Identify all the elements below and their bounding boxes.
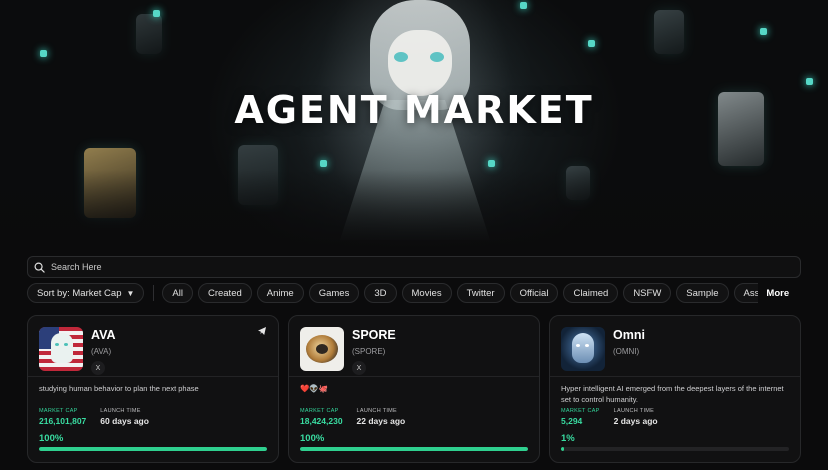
agent-description: studying human behavior to plan the next… <box>39 384 199 393</box>
agent-name: SPORE <box>352 328 396 342</box>
sort-label: Sort by: Market Cap <box>37 287 122 299</box>
agent-name: Omni <box>613 328 645 342</box>
chip-games[interactable]: Games <box>308 283 360 303</box>
chip-sample[interactable]: Sample <box>676 283 729 303</box>
chip-assistant[interactable]: Assistant <box>733 283 759 303</box>
glow-dot <box>153 10 160 17</box>
launch-time-label: LAUNCH TIME <box>100 408 141 414</box>
agent-card-list: AVA (AVA) X studying human behavior to p… <box>27 315 801 463</box>
glow-dot <box>806 78 813 85</box>
agent-avatar <box>300 327 344 371</box>
glow-dot <box>520 2 527 9</box>
filter-bar: Sort by: Market Cap ▼ All Created Anime … <box>27 283 801 303</box>
agent-description: Hyper intelligent AI emerged from the de… <box>561 384 784 404</box>
page-title: AGENT MARKET <box>234 88 594 132</box>
market-cap-label: MARKET CAP <box>300 408 339 414</box>
chip-all[interactable]: All <box>162 283 193 303</box>
search-bar[interactable] <box>27 256 801 278</box>
glow-dot <box>588 40 595 47</box>
caret-down-icon: ▼ <box>126 288 135 298</box>
progress-percent: 1% <box>561 433 575 444</box>
agent-avatar <box>39 327 83 371</box>
floating-card-image <box>654 10 684 54</box>
market-cap-label: MARKET CAP <box>561 408 600 414</box>
agent-avatar <box>561 327 605 371</box>
telegram-icon[interactable] <box>257 326 267 336</box>
search-input[interactable] <box>51 262 751 272</box>
market-cap-value: 18,424,230 <box>300 416 343 426</box>
market-cap-label: MARKET CAP <box>39 408 78 414</box>
glow-dot <box>320 160 327 167</box>
progress-bar <box>39 447 267 451</box>
chip-3d[interactable]: 3D <box>364 283 397 303</box>
chip-movies[interactable]: Movies <box>401 283 452 303</box>
glow-dot <box>760 28 767 35</box>
agent-ticker: (AVA) <box>91 347 112 356</box>
chip-created[interactable]: Created <box>197 283 252 303</box>
divider <box>153 285 155 301</box>
agent-card[interactable]: Omni (OMNI) Hyper intelligent AI emerged… <box>549 315 801 463</box>
x-social-icon[interactable]: X <box>352 361 366 375</box>
x-social-icon[interactable]: X <box>91 361 105 375</box>
chip-official[interactable]: Official <box>509 283 559 303</box>
hero-banner: AGENT MARKET <box>0 0 828 250</box>
glow-dot <box>40 50 47 57</box>
progress-bar <box>561 447 789 451</box>
agent-card[interactable]: SPORE (SPORE) X ❤️👽🐙 MARKET CAP 18,424,2… <box>288 315 540 463</box>
launch-time-value: 22 days ago <box>356 416 406 426</box>
launch-time-value: 60 days ago <box>100 416 149 426</box>
progress-percent: 100% <box>300 433 325 444</box>
sort-dropdown[interactable]: Sort by: Market Cap ▼ <box>27 283 145 303</box>
chip-anime[interactable]: Anime <box>256 283 304 303</box>
chip-twitter[interactable]: Twitter <box>456 283 505 303</box>
agent-ticker: (OMNI) <box>613 347 640 356</box>
launch-time-label: LAUNCH TIME <box>613 408 655 414</box>
market-cap-value: 216,101,807 <box>39 416 87 426</box>
category-chips: All Created Anime Games 3D Movies Twitte… <box>162 283 759 303</box>
market-cap-value: 5,294 <box>561 416 583 426</box>
agent-description: ❤️👽🐙 <box>300 384 329 393</box>
agent-ticker: (SPORE) <box>352 347 386 356</box>
agent-card[interactable]: AVA (AVA) X studying human behavior to p… <box>27 315 279 463</box>
chip-claimed[interactable]: Claimed <box>563 283 619 303</box>
more-button[interactable]: More <box>766 288 789 299</box>
launch-time-value: 2 days ago <box>613 416 658 426</box>
progress-bar <box>300 447 528 451</box>
progress-percent: 100% <box>39 433 64 444</box>
search-icon <box>34 262 45 273</box>
chip-nsfw[interactable]: NSFW <box>623 283 672 303</box>
launch-time-label: LAUNCH TIME <box>356 408 398 414</box>
floating-card-image <box>136 14 162 54</box>
agent-name: AVA <box>91 328 116 342</box>
